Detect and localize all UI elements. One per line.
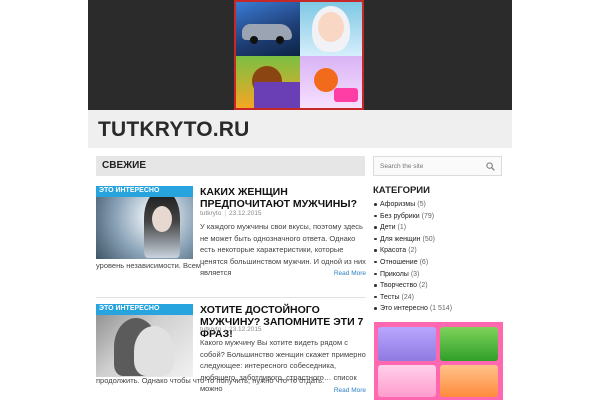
ad-tile-snail bbox=[300, 56, 362, 108]
post-card: ЭТО ИНТЕРЕСНО КАКИХ ЖЕНЩИН ПРЕДПОЧИТАЮТ … bbox=[96, 186, 366, 286]
category-item[interactable]: Дети (1) bbox=[373, 222, 502, 234]
post-excerpt-tail: уровень независимости. Всем bbox=[96, 261, 202, 270]
post-author[interactable]: tutkryto bbox=[200, 326, 221, 333]
search-box bbox=[373, 156, 502, 176]
ad-tile-character bbox=[440, 327, 498, 361]
post-thumbnail[interactable]: ЭТО ИНТЕРЕСНО bbox=[96, 304, 193, 377]
ad-tile-game bbox=[254, 82, 300, 108]
category-item[interactable]: Отношение (6) bbox=[373, 257, 502, 269]
site-title[interactable]: TUTKRYTO.RU bbox=[98, 118, 250, 142]
ad-tile-dressup bbox=[378, 365, 436, 397]
post-author[interactable]: tutkryto bbox=[200, 210, 221, 217]
category-item[interactable]: Красота (2) bbox=[373, 245, 502, 257]
ad-tile-princess bbox=[300, 2, 362, 56]
post-category-tag[interactable]: ЭТО ИНТЕРЕСНО bbox=[96, 304, 193, 315]
categories-list: Афоризмы (5) Без рубрики (79) Дети (1) Для … bbox=[373, 199, 502, 315]
post-card: ЭТО ИНТЕРЕСНО ХОТИТЕ ДОСТОЙНОГО МУЖЧИНУ?… bbox=[96, 304, 366, 400]
category-item[interactable]: Афоризмы (5) bbox=[373, 199, 502, 211]
category-item[interactable]: Без рубрики (79) bbox=[373, 211, 502, 223]
post-category-tag[interactable]: ЭТО ИНТЕРЕСНО bbox=[96, 186, 193, 197]
section-heading: СВЕЖИЕ bbox=[96, 156, 365, 176]
post-title[interactable]: ХОТИТЕ ДОСТОЙНОГО МУЖЧИНУ? ЗАПОМНИТЕ ЭТИ… bbox=[200, 304, 366, 340]
search-input[interactable] bbox=[376, 159, 481, 173]
post-excerpt-tail: продолжить. Однако чтобы что-то получить… bbox=[96, 376, 325, 385]
post-date: 23.12.2015 bbox=[229, 210, 262, 217]
ad-tile-kitchen bbox=[440, 365, 498, 397]
top-ad-banner[interactable] bbox=[234, 0, 364, 110]
category-item[interactable]: Творчество (2) bbox=[373, 280, 502, 292]
post-title[interactable]: КАКИХ ЖЕНЩИН ПРЕДПОЧИТАЮТ МУЖЧИНЫ? bbox=[200, 186, 366, 210]
search-icon[interactable] bbox=[486, 162, 495, 171]
post-date: 23.12.2015 bbox=[229, 326, 262, 333]
post-meta: tutkryto | 23.12.2015 bbox=[200, 210, 262, 217]
category-item[interactable]: Тесты (24) bbox=[373, 292, 502, 304]
category-item[interactable]: Для женщин (50) bbox=[373, 234, 502, 246]
car-icon bbox=[242, 24, 292, 44]
read-more-link[interactable]: Read More bbox=[334, 387, 366, 394]
category-item[interactable]: Приколы (3) bbox=[373, 269, 502, 281]
category-item[interactable]: Это интересно (1 514) bbox=[373, 303, 502, 315]
post-meta: tutkryto | 23.12.2015 bbox=[200, 326, 262, 333]
post-divider bbox=[96, 297, 366, 298]
categories-heading: КАТЕГОРИИ bbox=[373, 185, 430, 196]
ad-tile-cars bbox=[236, 2, 300, 56]
read-more-link[interactable]: Read More bbox=[334, 270, 366, 277]
post-thumbnail[interactable]: ЭТО ИНТЕРЕСНО bbox=[96, 186, 193, 259]
ad-tile-pony bbox=[378, 327, 436, 361]
section-heading-label: СВЕЖИЕ bbox=[102, 160, 147, 171]
sidebar-ad-banner[interactable] bbox=[374, 322, 503, 400]
